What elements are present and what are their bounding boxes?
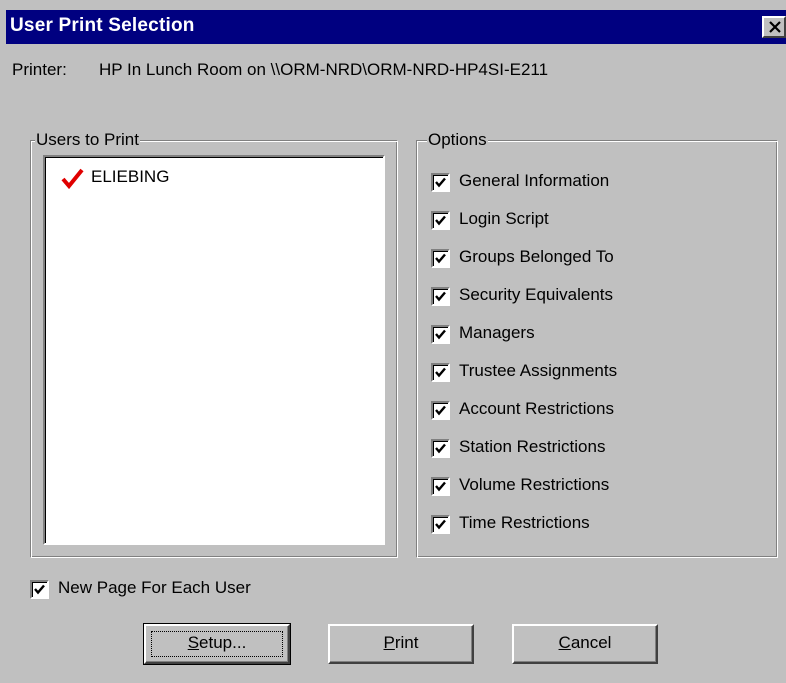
options-group: Options General Information Login Script… (416, 130, 778, 558)
checkmark-icon (435, 443, 446, 454)
checkbox[interactable] (431, 287, 450, 306)
checkbox[interactable] (431, 363, 450, 382)
checkbox[interactable] (431, 477, 450, 496)
option-label: Groups Belonged To (459, 247, 614, 266)
users-to-print-group: Users to Print ELIEBING (30, 130, 398, 558)
users-to-print-legend: Users to Print (35, 130, 140, 150)
option-label: Managers (459, 323, 535, 342)
setup-button-label: Setup... (187, 633, 247, 652)
option-label: Trustee Assignments (459, 361, 618, 380)
print-button-label: Print (383, 633, 419, 652)
option-label: Station Restrictions (459, 437, 606, 456)
checkbox[interactable] (431, 173, 450, 192)
option-label: General Information (459, 171, 610, 190)
option-label: Account Restrictions (459, 399, 614, 418)
setup-button[interactable]: Setup... (143, 623, 291, 665)
user-name: ELIEBING (91, 167, 170, 186)
new-page-label: New Page For Each User (58, 578, 251, 597)
printer-label: Printer: (12, 60, 67, 79)
new-page-checkbox[interactable] (30, 580, 49, 599)
checkbox[interactable] (431, 325, 450, 344)
close-icon (769, 21, 781, 33)
checkmark-icon (435, 253, 446, 264)
cancel-button[interactable]: Cancel (512, 624, 658, 664)
print-button[interactable]: Print (328, 624, 474, 664)
checkmark-icon (435, 177, 446, 188)
title-bar[interactable]: User Print Selection (6, 10, 786, 44)
options-legend: Options (427, 130, 488, 150)
checkmark-icon (435, 291, 446, 302)
checkmark-icon (61, 167, 85, 194)
checkmark-icon (435, 519, 446, 530)
option-label: Security Equivalents (459, 285, 614, 304)
checkmark-icon (34, 584, 45, 595)
users-listbox[interactable]: ELIEBING (43, 155, 385, 545)
checkmark-icon (435, 481, 446, 492)
close-button[interactable] (762, 16, 786, 38)
checkmark-icon (435, 215, 446, 226)
cancel-button-label: Cancel (558, 633, 612, 652)
checkbox[interactable] (431, 211, 450, 230)
option-label: Time Restrictions (459, 513, 590, 532)
window-title: User Print Selection (10, 15, 195, 36)
user-print-selection-dialog: User Print Selection Printer: HP In Lunc… (0, 0, 786, 683)
checkbox[interactable] (431, 249, 450, 268)
checkbox[interactable] (431, 515, 450, 534)
checkbox[interactable] (431, 401, 450, 420)
printer-name: HP In Lunch Room on \\ORM-NRD\ORM-NRD-HP… (99, 60, 549, 79)
option-label: Volume Restrictions (459, 475, 610, 494)
checkmark-icon (435, 405, 446, 416)
checkmark-icon (435, 329, 446, 340)
option-label: Login Script (459, 209, 549, 228)
checkmark-icon (435, 367, 446, 378)
checkbox[interactable] (431, 439, 450, 458)
